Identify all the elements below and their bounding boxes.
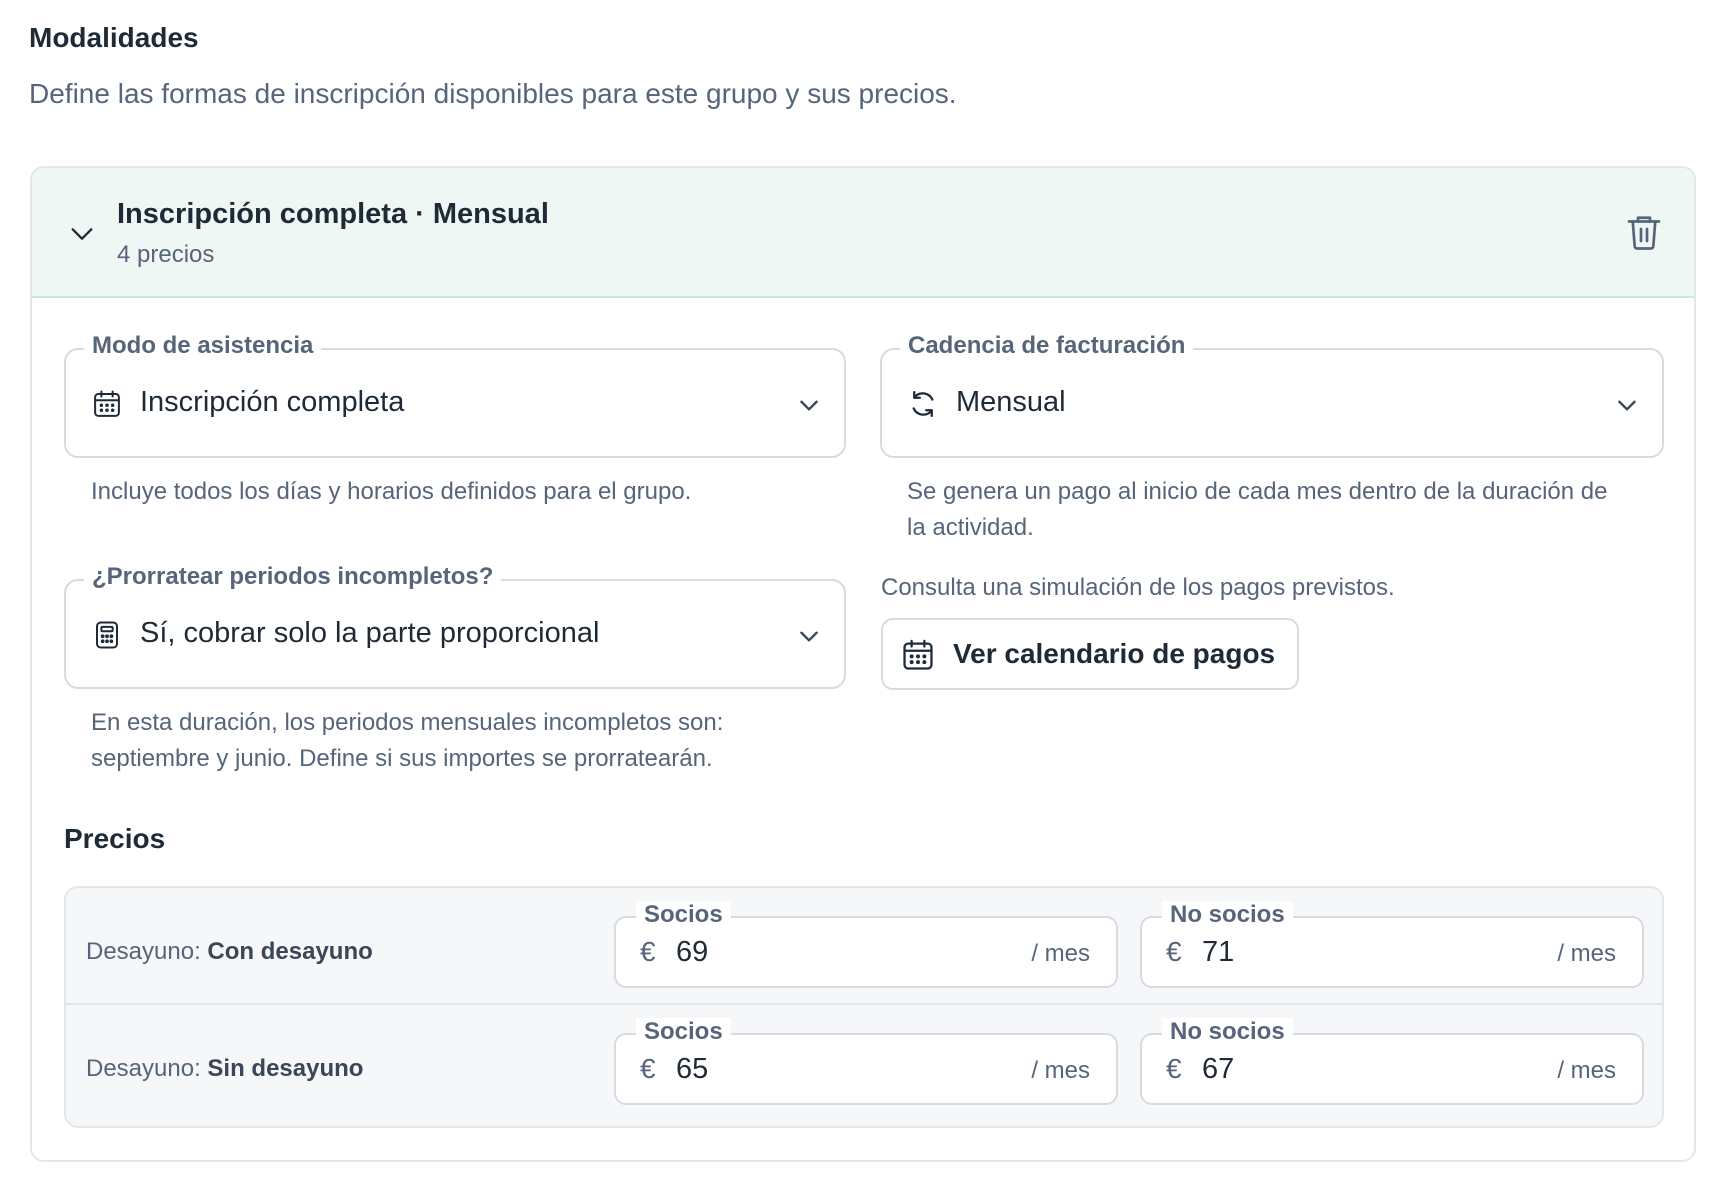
simulation-text: Consulta una simulación de los pagos pre…: [881, 574, 1395, 601]
prorate-value: Sí, cobrar solo la parte proporcional: [140, 617, 600, 649]
billing-cadence-select[interactable]: Cadencia de facturación Mensual: [880, 332, 1664, 458]
prices-table: Desayuno: Con desayuno Socios € 69 / mes…: [64, 886, 1664, 1128]
price-no-socios-label: No socios: [1162, 901, 1293, 929]
section-title: Modalidades: [29, 22, 199, 53]
price-socios-input[interactable]: Socios € 69 / mes: [614, 901, 1118, 988]
calendar-icon: [903, 639, 933, 670]
price-unit: / mes: [1557, 940, 1616, 967]
price-row-label-value: Con desayuno: [207, 938, 373, 965]
price-no-socios-value: 71: [1202, 936, 1235, 968]
price-socios-label: Socios: [636, 1018, 731, 1046]
price-unit: / mes: [1031, 940, 1090, 967]
price-socios-input[interactable]: Socios € 65 / mes: [614, 1018, 1118, 1105]
chevron-down-icon: [800, 631, 818, 642]
prorate-label: ¿Prorratear periodos incompletos?: [84, 563, 502, 591]
chevron-down-icon: [800, 400, 818, 411]
price-row-label-value: Sin desayuno: [207, 1055, 364, 1082]
chevron-down-icon[interactable]: [68, 220, 96, 248]
attendance-mode-helper: Incluye todos los días y horarios defini…: [91, 478, 692, 505]
euro-icon: €: [1166, 1053, 1182, 1084]
attendance-mode-select[interactable]: Modo de asistencia Inscripción completa: [64, 332, 846, 458]
modality-price-count: 4 precios: [117, 241, 215, 268]
prorate-helper-line: septiembre y junio. Define si sus import…: [91, 745, 713, 772]
refresh-icon: [912, 391, 934, 417]
price-socios-value: 65: [676, 1053, 709, 1085]
price-row-label: Desayuno: Sin desayuno: [86, 1055, 363, 1083]
modality-card-header[interactable]: Inscripción completa · Mensual 4 precios: [32, 168, 1694, 298]
price-unit: / mes: [1557, 1057, 1616, 1084]
price-no-socios-value: 67: [1202, 1053, 1235, 1085]
price-row: Desayuno: Con desayuno Socios € 69 / mes…: [66, 888, 1662, 1005]
payment-calendar-button[interactable]: Ver calendario de pagos: [881, 618, 1299, 690]
price-socios-value: 69: [676, 936, 709, 968]
euro-icon: €: [640, 1053, 656, 1084]
chevron-down-icon: [1618, 400, 1636, 411]
billing-cadence-label: Cadencia de facturación: [900, 332, 1194, 360]
prices-title: Precios: [64, 823, 166, 854]
price-row: Desayuno: Sin desayuno Socios € 65 / mes…: [66, 1005, 1662, 1122]
prorate-helper-line: En esta duración, los periodos mensuales…: [91, 709, 724, 736]
calendar-icon: [94, 390, 120, 417]
section-description: Define las formas de inscripción disponi…: [29, 78, 957, 109]
price-no-socios-input[interactable]: No socios € 67 / mes: [1140, 1018, 1644, 1105]
trash-icon[interactable]: [1626, 212, 1662, 252]
billing-cadence-helper: Se genera un pago al inicio de cada mes …: [907, 474, 1647, 546]
modality-card: Inscripción completa · Mensual 4 precios…: [30, 166, 1696, 1162]
euro-icon: €: [640, 936, 656, 967]
price-row-label-prefix: Desayuno:: [86, 1055, 201, 1082]
billing-cadence-value: Mensual: [956, 386, 1066, 418]
attendance-mode-value: Inscripción completa: [140, 386, 405, 418]
price-unit: / mes: [1031, 1057, 1090, 1084]
prorate-helper: En esta duración, los periodos mensuales…: [91, 705, 851, 777]
price-row-label: Desayuno: Con desayuno: [86, 938, 373, 966]
calculator-icon: [96, 621, 118, 649]
price-row-label-prefix: Desayuno:: [86, 938, 201, 965]
billing-cadence-helper-line: la actividad.: [907, 514, 1034, 541]
price-no-socios-input[interactable]: No socios € 71 / mes: [1140, 901, 1644, 988]
attendance-mode-label: Modo de asistencia: [84, 332, 322, 360]
price-socios-label: Socios: [636, 901, 731, 929]
price-no-socios-label: No socios: [1162, 1018, 1293, 1046]
payment-calendar-button-label: Ver calendario de pagos: [953, 638, 1276, 669]
modality-title: Inscripción completa · Mensual: [117, 198, 549, 230]
billing-cadence-helper-line: Se genera un pago al inicio de cada mes …: [907, 478, 1608, 505]
prorate-select[interactable]: ¿Prorratear periodos incompletos? Sí, co…: [64, 563, 846, 689]
euro-icon: €: [1166, 936, 1182, 967]
